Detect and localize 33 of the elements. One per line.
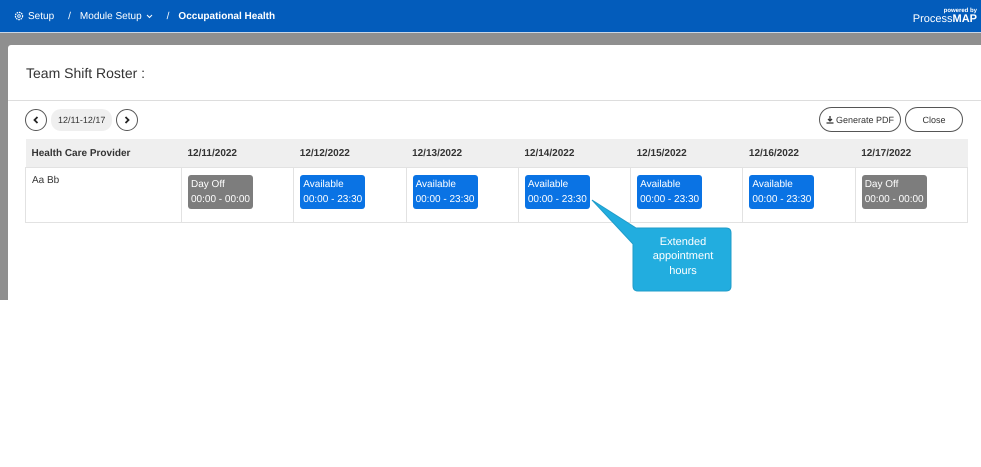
column-header: 12/16/2022: [742, 139, 856, 168]
available-shift[interactable]: Available 00:00 - 23:30: [637, 175, 702, 209]
available-shift[interactable]: Available 00:00 - 23:30: [300, 175, 366, 209]
breadcrumb-separator: /: [68, 10, 71, 22]
chevron-right-icon: [123, 116, 132, 124]
gear-icon: [14, 11, 24, 21]
close-button[interactable]: Close: [905, 107, 963, 132]
column-header: 12/15/2022: [630, 139, 743, 168]
breadcrumb-link[interactable]: Setup: [28, 10, 54, 22]
day-off-shift[interactable]: Day Off 00:00 - 00:00: [188, 175, 253, 209]
column-header: 12/11/2022: [182, 139, 294, 168]
generate-pdf-button[interactable]: Generate PDF: [818, 107, 901, 132]
previous-week-button[interactable]: [25, 108, 47, 130]
next-week-button[interactable]: [116, 108, 138, 130]
available-shift[interactable]: Available 00:00 - 23:30: [749, 175, 814, 209]
week-range: 12/11-12/17: [51, 108, 112, 130]
column-header: 12/12/2022: [294, 139, 406, 168]
available-shift[interactable]: Available 00:00 - 23:30: [524, 175, 590, 209]
brand-logo: ProcessMAP: [912, 14, 977, 24]
column-header: 12/13/2022: [406, 139, 518, 168]
callout-text: Extended appointment hours: [652, 235, 714, 278]
available-shift[interactable]: Available 00:00 - 23:30: [412, 175, 478, 209]
column-header: 12/17/2022: [855, 139, 968, 168]
dialog-title: Team Shift Roster :: [26, 64, 146, 80]
provider-name: Aa Bb: [32, 175, 60, 186]
chevron-left-icon: [32, 116, 40, 124]
breadcrumb-separator: /: [166, 10, 170, 22]
breadcrumb-link[interactable]: Module Setup: [80, 10, 142, 22]
chevron-down-icon: [146, 14, 153, 18]
column-header: Health Care Provider: [26, 139, 182, 168]
download-icon: [826, 116, 834, 124]
column-header: 12/14/2022: [518, 139, 631, 168]
day-off-shift[interactable]: Day Off 00:00 - 00:00: [862, 175, 927, 209]
